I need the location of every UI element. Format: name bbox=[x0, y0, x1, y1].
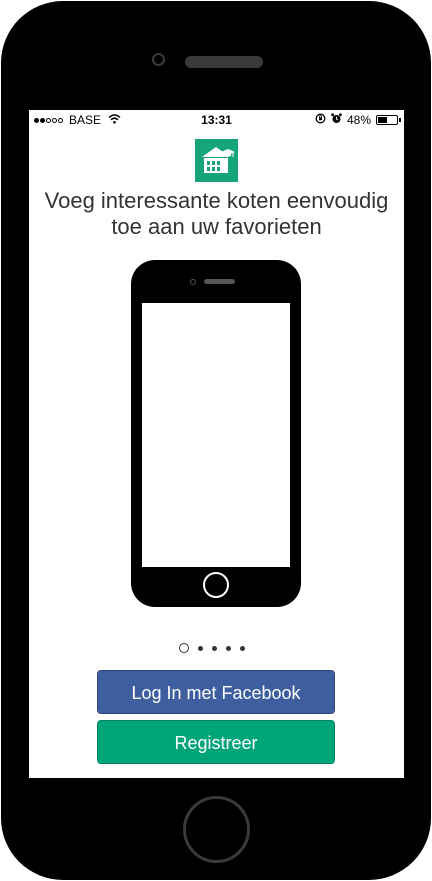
page-dot-5[interactable] bbox=[240, 645, 245, 651]
battery-percent: 48% bbox=[346, 113, 371, 127]
status-bar: BASE 13:31 48% bbox=[29, 110, 404, 130]
page-dot-4[interactable] bbox=[226, 645, 231, 651]
page-dot-2[interactable] bbox=[198, 645, 203, 651]
headline-line-2: toe aan uw favorieten bbox=[111, 214, 322, 239]
hardware-home-button[interactable] bbox=[183, 796, 250, 863]
page-indicator[interactable] bbox=[179, 643, 245, 653]
app-logo-icon bbox=[195, 139, 238, 182]
register-button[interactable]: Registreer bbox=[97, 720, 335, 764]
earpiece-speaker bbox=[185, 56, 263, 68]
page-dot-3[interactable] bbox=[212, 645, 217, 651]
illustration-screen bbox=[142, 303, 290, 567]
illustration-speaker bbox=[204, 279, 235, 284]
app-screen: BASE 13:31 48% Voeg interessante koten e… bbox=[29, 110, 404, 778]
illustration-camera bbox=[190, 279, 196, 285]
battery-icon bbox=[376, 115, 401, 125]
phone-illustration bbox=[131, 260, 301, 607]
facebook-login-button[interactable]: Log In met Facebook bbox=[97, 670, 335, 714]
rotation-lock-icon bbox=[315, 113, 326, 127]
page-dot-1[interactable] bbox=[179, 643, 189, 653]
illustration-home-button bbox=[203, 572, 229, 598]
alarm-icon bbox=[331, 113, 342, 127]
front-camera bbox=[152, 53, 165, 66]
onboarding-headline: Voeg interessante koten eenvoudig toe aa… bbox=[29, 188, 404, 240]
headline-line-1: Voeg interessante koten eenvoudig bbox=[44, 188, 389, 213]
